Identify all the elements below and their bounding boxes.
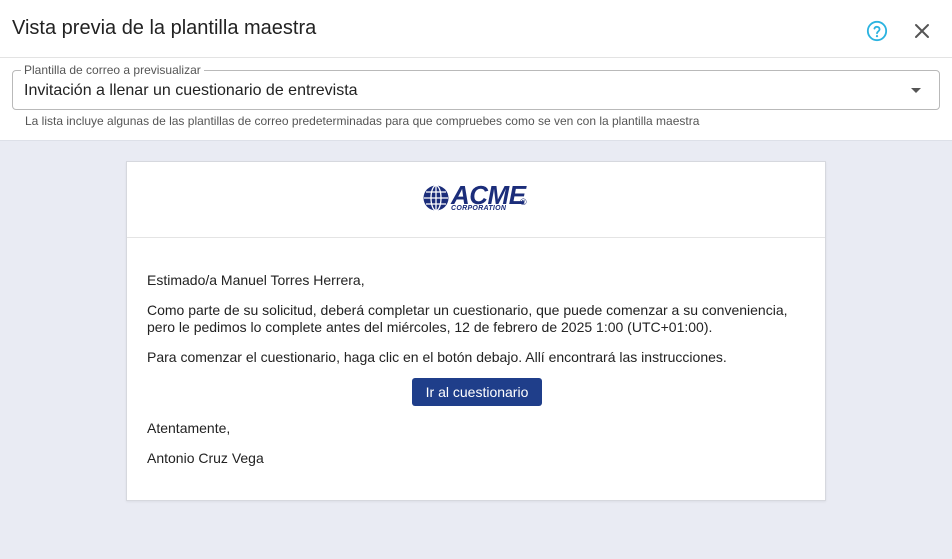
preview-canvas: ACME CORPORATION ® Estimado/a Manuel Tor… [0, 141, 952, 559]
chevron-down-icon[interactable] [911, 88, 921, 93]
template-select-helper: La lista incluye algunas de las plantill… [25, 114, 700, 128]
email-preview-card: ACME CORPORATION ® Estimado/a Manuel Tor… [126, 161, 826, 501]
email-closing: Atentamente, [147, 420, 231, 436]
acme-logo: ACME CORPORATION ® [422, 180, 534, 216]
template-select[interactable]: Plantilla de correo a previsualizar Invi… [12, 64, 940, 110]
dialog-title: Vista previa de la plantilla maestra [12, 17, 317, 39]
email-button-wrap: Ir al cuestionario [147, 378, 807, 406]
email-paragraph-2: Para comenzar el cuestionario, haga clic… [147, 349, 727, 365]
email-paragraph-1: Como parte de su solicitud, deberá compl… [147, 302, 788, 335]
template-select-area: Plantilla de correo a previsualizar Invi… [0, 58, 952, 141]
logo-registered-mark: ® [520, 197, 527, 207]
dialog-header: Vista previa de la plantilla maestra [0, 0, 952, 58]
go-to-questionnaire-button[interactable]: Ir al cuestionario [411, 378, 543, 406]
email-body: Estimado/a Manuel Torres Herrera, Como p… [147, 272, 807, 480]
template-select-value: Invitación a llenar un cuestionario de e… [24, 82, 358, 99]
email-logo-bar: ACME CORPORATION ® [127, 162, 825, 238]
template-select-label: Plantilla de correo a previsualizar [21, 64, 204, 76]
email-greeting: Estimado/a Manuel Torres Herrera, [147, 272, 365, 288]
help-circle-icon[interactable] [866, 20, 888, 42]
logo-sub-text: CORPORATION [451, 205, 507, 212]
close-icon[interactable] [912, 21, 932, 41]
globe-logo-icon [423, 184, 449, 212]
email-signature: Antonio Cruz Vega [147, 450, 264, 466]
